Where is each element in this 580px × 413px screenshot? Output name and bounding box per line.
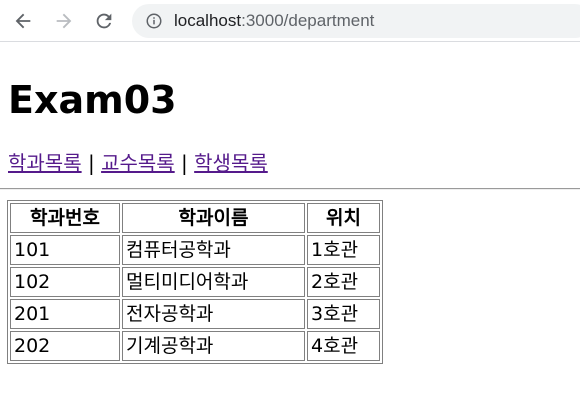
info-icon[interactable]	[145, 12, 163, 30]
cell-dept-id: 101	[10, 235, 120, 265]
arrow-right-icon	[56, 13, 72, 29]
url-text[interactable]: localhost:3000/department	[174, 11, 374, 31]
department-list-link[interactable]: 학과목록	[8, 151, 82, 175]
nav-separator: |	[181, 151, 188, 175]
table-row: 101 컴퓨터공학과 1호관	[10, 235, 380, 265]
cell-dept-id: 202	[10, 331, 120, 361]
page-title: Exam03	[8, 78, 177, 122]
header-location: 위치	[307, 203, 380, 233]
reload-button[interactable]	[91, 8, 117, 34]
page-nav: 학과목록 | 교수목록 | 학생목록	[8, 150, 268, 176]
back-button[interactable]	[10, 8, 36, 34]
nav-separator: |	[87, 151, 95, 175]
cell-dept-name: 컴퓨터공학과	[122, 235, 305, 265]
address-bar[interactable]: localhost:3000/department	[132, 4, 580, 38]
header-dept-id: 학과번호	[10, 203, 120, 233]
department-table: 학과번호 학과이름 위치 101 컴퓨터공학과 1호관 102 멀티미디어학과 …	[7, 200, 383, 364]
cell-dept-id: 102	[10, 267, 120, 297]
url-path: :3000/department	[241, 11, 375, 30]
table-row: 201 전자공학과 3호관	[10, 299, 380, 329]
forward-button[interactable]	[51, 8, 77, 34]
url-host: localhost	[174, 11, 242, 30]
browser-toolbar: localhost:3000/department	[0, 0, 580, 42]
cell-dept-name: 멀티미디어학과	[122, 267, 305, 297]
reload-icon	[96, 13, 112, 29]
arrow-left-icon	[15, 13, 31, 29]
cell-dept-id: 201	[10, 299, 120, 329]
cell-location: 2호관	[307, 267, 380, 297]
table-row: 102 멀티미디어학과 2호관	[10, 267, 380, 297]
table-row: 202 기계공학과 4호관	[10, 331, 380, 361]
professor-list-link[interactable]: 교수목록	[101, 151, 175, 175]
table-header-row: 학과번호 학과이름 위치	[10, 203, 380, 233]
cell-location: 4호관	[307, 331, 380, 361]
cell-location: 1호관	[307, 235, 380, 265]
student-list-link[interactable]: 학생목록	[194, 151, 268, 175]
divider	[0, 188, 580, 190]
header-dept-name: 학과이름	[122, 203, 305, 233]
cell-dept-name: 기계공학과	[122, 331, 305, 361]
cell-dept-name: 전자공학과	[122, 299, 305, 329]
cell-location: 3호관	[307, 299, 380, 329]
